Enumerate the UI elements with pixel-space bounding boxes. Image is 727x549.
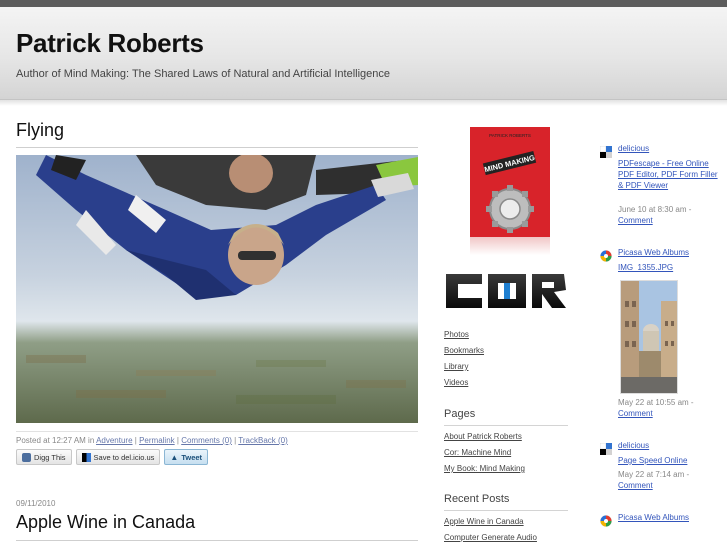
- cor-logo[interactable]: [444, 270, 568, 312]
- tweet-button[interactable]: ▲ Tweet: [164, 449, 209, 465]
- skydiving-photo: [16, 155, 418, 423]
- page-link-book[interactable]: My Book: Mind Making: [444, 464, 525, 480]
- feed-source-link[interactable]: Picasa Web Albums: [618, 248, 689, 257]
- site-header: Patrick Roberts Author of Mind Making: T…: [0, 7, 727, 100]
- delicious-label: Save to del.icio.us: [93, 452, 155, 462]
- tweet-label: Tweet: [181, 452, 203, 462]
- delicious-icon: [600, 146, 612, 158]
- book-author-text: PATRICK ROBERTS: [489, 133, 531, 138]
- book-cover-art: PATRICK ROBERTS MIND MAKING: [470, 127, 550, 255]
- page-link-cor[interactable]: Cor: Machine Mind: [444, 448, 525, 464]
- cor-logo-art: [446, 274, 566, 308]
- sidebar-link-bookmarks[interactable]: Bookmarks: [444, 346, 484, 362]
- meta-prefix: Posted at 12:27 AM in: [16, 436, 95, 445]
- meta-separator: |: [234, 436, 237, 445]
- header-shadow: [0, 100, 727, 106]
- site-tagline: Author of Mind Making: The Shared Laws o…: [16, 68, 390, 80]
- twitter-icon: ▲: [170, 452, 179, 462]
- category-link[interactable]: Adventure: [96, 436, 132, 445]
- post-title[interactable]: Flying: [16, 120, 418, 147]
- recent-posts-divider: [444, 510, 568, 511]
- recent-posts-list: Apple Wine in Canada Computer Generate A…: [444, 517, 537, 549]
- permalink-link[interactable]: Permalink: [139, 436, 175, 445]
- sidebar-link-photos[interactable]: Photos: [444, 330, 484, 346]
- post-date: 09/11/2010: [16, 499, 56, 508]
- delicious-icon: [81, 452, 91, 462]
- picasa-icon: [600, 250, 612, 262]
- site-title[interactable]: Patrick Roberts: [16, 28, 204, 59]
- feed-source-link[interactable]: delicious: [618, 144, 649, 153]
- title-divider: [16, 147, 418, 148]
- feed-title-link[interactable]: Page Speed Online: [618, 455, 718, 466]
- delicious-button[interactable]: Save to del.icio.us: [75, 449, 161, 465]
- feed-photo-thumbnail[interactable]: [620, 280, 678, 394]
- feed-title-link[interactable]: IMG_1355.JPG: [618, 262, 718, 273]
- feed-time-text: May 22 at 10:55 am -: [618, 398, 694, 407]
- page-link-about[interactable]: About Patrick Roberts: [444, 432, 525, 448]
- main-column: Flying Posted at 12:27 AM in Adventure |…: [16, 112, 418, 541]
- post-title[interactable]: Apple Wine in Canada: [16, 512, 195, 533]
- digg-label: Digg This: [34, 452, 66, 462]
- meta-divider: [16, 431, 418, 432]
- feed-time-text: June 10 at 8:30 am -: [618, 205, 692, 214]
- title-divider: [16, 540, 418, 541]
- digg-button[interactable]: Digg This: [16, 449, 72, 465]
- street-photo-art: [621, 281, 677, 393]
- feed-comment-link[interactable]: Comment: [618, 409, 653, 418]
- feed-timestamp: May 22 at 10:55 am - Comment: [618, 397, 694, 419]
- recent-post-link[interactable]: Apple Wine in Canada: [444, 517, 537, 533]
- trackback-link[interactable]: TrackBack (0): [238, 436, 288, 445]
- feed-title-link[interactable]: PDFescape - Free Online PDF Editor, PDF …: [618, 158, 718, 191]
- feed-source-link[interactable]: delicious: [618, 441, 649, 450]
- feed-timestamp: May 22 at 7:14 am - Comment: [618, 469, 689, 491]
- sidebar-link-videos[interactable]: Videos: [444, 378, 484, 394]
- feed-timestamp: June 10 at 8:30 am - Comment: [618, 204, 691, 226]
- feed-comment-link[interactable]: Comment: [618, 216, 653, 225]
- feed-comment-link[interactable]: Comment: [618, 481, 653, 490]
- share-bar: Digg This Save to del.icio.us ▲ Tweet: [16, 449, 209, 465]
- sidebar-link-library[interactable]: Library: [444, 362, 484, 378]
- recent-posts-heading: Recent Posts: [444, 493, 510, 505]
- comments-link[interactable]: Comments (0): [181, 436, 232, 445]
- top-strip: [0, 0, 727, 7]
- meta-separator: |: [134, 436, 137, 445]
- feed-source-link[interactable]: Picasa Web Albums: [618, 513, 689, 522]
- meta-separator: |: [176, 436, 179, 445]
- pages-heading: Pages: [444, 408, 476, 420]
- post-meta: Posted at 12:27 AM in Adventure | Permal…: [16, 436, 288, 445]
- pages-list: About Patrick Roberts Cor: Machine Mind …: [444, 432, 525, 480]
- feed-time-text: May 22 at 7:14 am -: [618, 470, 690, 479]
- digg-icon: [22, 452, 31, 462]
- delicious-icon: [600, 443, 612, 455]
- book-cover[interactable]: PATRICK ROBERTS MIND MAKING: [470, 127, 550, 255]
- recent-post-link[interactable]: Computer Generate Audio: [444, 533, 537, 549]
- sidebar-links: Photos Bookmarks Library Videos: [444, 330, 484, 394]
- skydiving-photo-art: [16, 155, 418, 423]
- pages-divider: [444, 425, 568, 426]
- picasa-icon: [600, 515, 612, 527]
